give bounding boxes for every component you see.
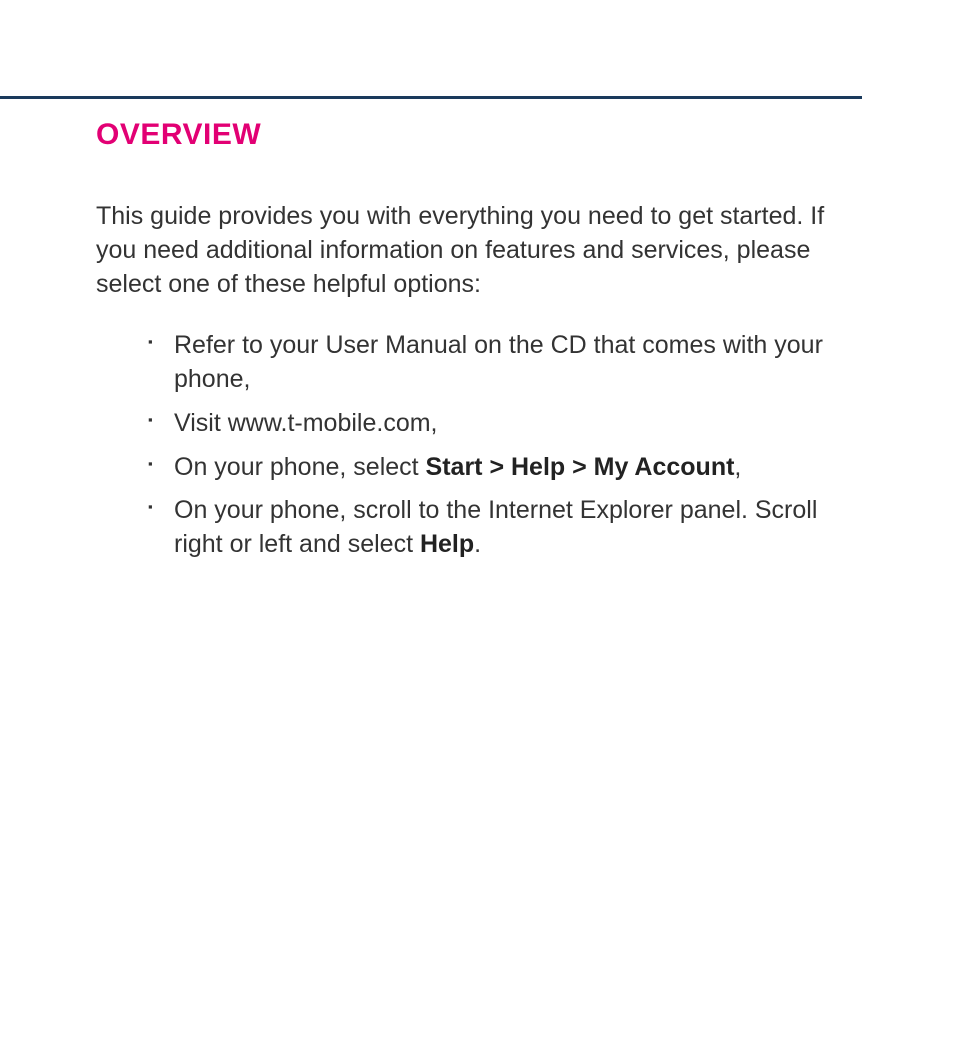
horizontal-divider (0, 96, 862, 99)
options-list: Refer to your User Manual on the CD that… (96, 329, 866, 562)
page-content: OVERVIEW This guide provides you with ev… (96, 118, 866, 572)
list-item-text-suffix: . (474, 530, 481, 558)
list-item-text-prefix: On your phone, scroll to the Internet Ex… (174, 496, 817, 558)
list-item-text-bold: Start > Help > My Account (426, 453, 735, 481)
list-item-text-suffix: , (734, 453, 741, 481)
list-item-text-prefix: On your phone, select (174, 453, 426, 481)
list-item: Visit www.t-mobile.com, (174, 407, 866, 441)
list-item-text: Refer to your User Manual on the CD that… (174, 331, 823, 393)
list-item: On your phone, scroll to the Internet Ex… (174, 494, 866, 562)
intro-paragraph: This guide provides you with everything … (96, 200, 866, 301)
list-item-text-bold: Help (420, 530, 474, 558)
page-heading: OVERVIEW (96, 118, 866, 152)
list-item-text: Visit www.t-mobile.com, (174, 409, 438, 437)
list-item: Refer to your User Manual on the CD that… (174, 329, 866, 397)
list-item: On your phone, select Start > Help > My … (174, 451, 866, 485)
